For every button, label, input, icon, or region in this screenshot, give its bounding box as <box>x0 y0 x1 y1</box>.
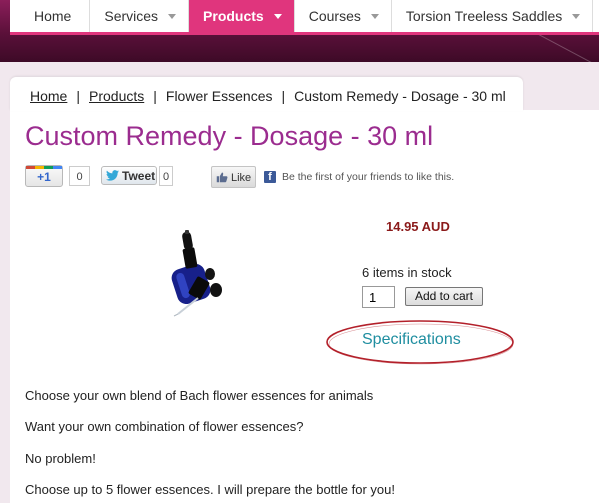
description-line: Choose your own blend of Bach flower ess… <box>25 388 374 403</box>
main-content <box>10 110 599 503</box>
nav-item-saddles[interactable]: Torsion Treeless Saddles <box>392 0 594 32</box>
description-line: Want your own combination of flower esse… <box>25 419 304 434</box>
product-image[interactable] <box>156 226 240 318</box>
tweet-count: 0 <box>159 166 173 186</box>
google-plus-button[interactable]: +1 <box>25 165 63 187</box>
nav-item-products[interactable]: Products <box>189 0 295 32</box>
quantity-input[interactable] <box>362 286 395 308</box>
tweet-label: Tweet <box>122 169 156 183</box>
tweet-button[interactable]: Tweet <box>101 166 157 185</box>
breadcrumb-separator: | <box>281 88 286 104</box>
nav-item-label: Products <box>203 8 264 24</box>
nav-item-services[interactable]: Services <box>90 0 190 32</box>
facebook-social-text: Be the first of your friends to like thi… <box>282 171 455 183</box>
breadcrumb-current: Custom Remedy - Dosage - 30 ml <box>294 88 506 104</box>
main-nav: Home Services Products Courses Torsion T… <box>10 0 599 35</box>
breadcrumb-separator: | <box>153 88 157 104</box>
nav-item-home[interactable]: Home <box>10 0 91 32</box>
nav-item-label: Home <box>34 8 72 24</box>
nav-item-label: Torsion Treeless Saddles <box>405 8 563 24</box>
header-banner: Home Services Products Courses Torsion T… <box>0 0 599 62</box>
breadcrumb-products-link[interactable]: Products <box>89 88 144 104</box>
gplus-count: 0 <box>69 166 90 186</box>
description-line: No problem! <box>25 451 96 466</box>
nav-item-label: Courses <box>308 8 361 24</box>
facebook-like-button[interactable]: Like <box>211 166 256 188</box>
breadcrumb-home-link[interactable]: Home <box>30 88 67 104</box>
google-bar-decoration <box>26 166 62 169</box>
specifications-link[interactable]: Specifications <box>362 331 461 349</box>
facebook-icon: f <box>264 171 276 183</box>
breadcrumb-separator: | <box>76 88 80 104</box>
chevron-down-icon <box>370 13 379 19</box>
page-title: Custom Remedy - Dosage - 30 ml <box>25 121 434 151</box>
product-price: 14.95 AUD <box>386 219 450 234</box>
stock-status: 6 items in stock <box>362 265 452 280</box>
nav-item-courses[interactable]: Courses <box>295 0 392 32</box>
description-line: Choose up to 5 flower essences. I will p… <box>25 482 395 497</box>
nav-item-about[interactable]: Ab <box>593 0 599 32</box>
like-label: Like <box>231 172 252 184</box>
chevron-down-icon <box>168 13 177 19</box>
thumbs-up-icon <box>216 172 228 183</box>
nav-item-label: Services <box>104 8 159 24</box>
breadcrumb: Home | Products | Flower Essences | Custom Rem… <box>10 77 523 111</box>
gplus-label: +1 <box>37 170 51 184</box>
breadcrumb-category: Flower Essences <box>165 88 273 104</box>
twitter-bird-icon <box>106 170 119 181</box>
chevron-down-icon <box>273 13 282 19</box>
chevron-down-icon <box>572 13 581 19</box>
add-to-cart-button[interactable]: Add to cart <box>405 287 483 306</box>
